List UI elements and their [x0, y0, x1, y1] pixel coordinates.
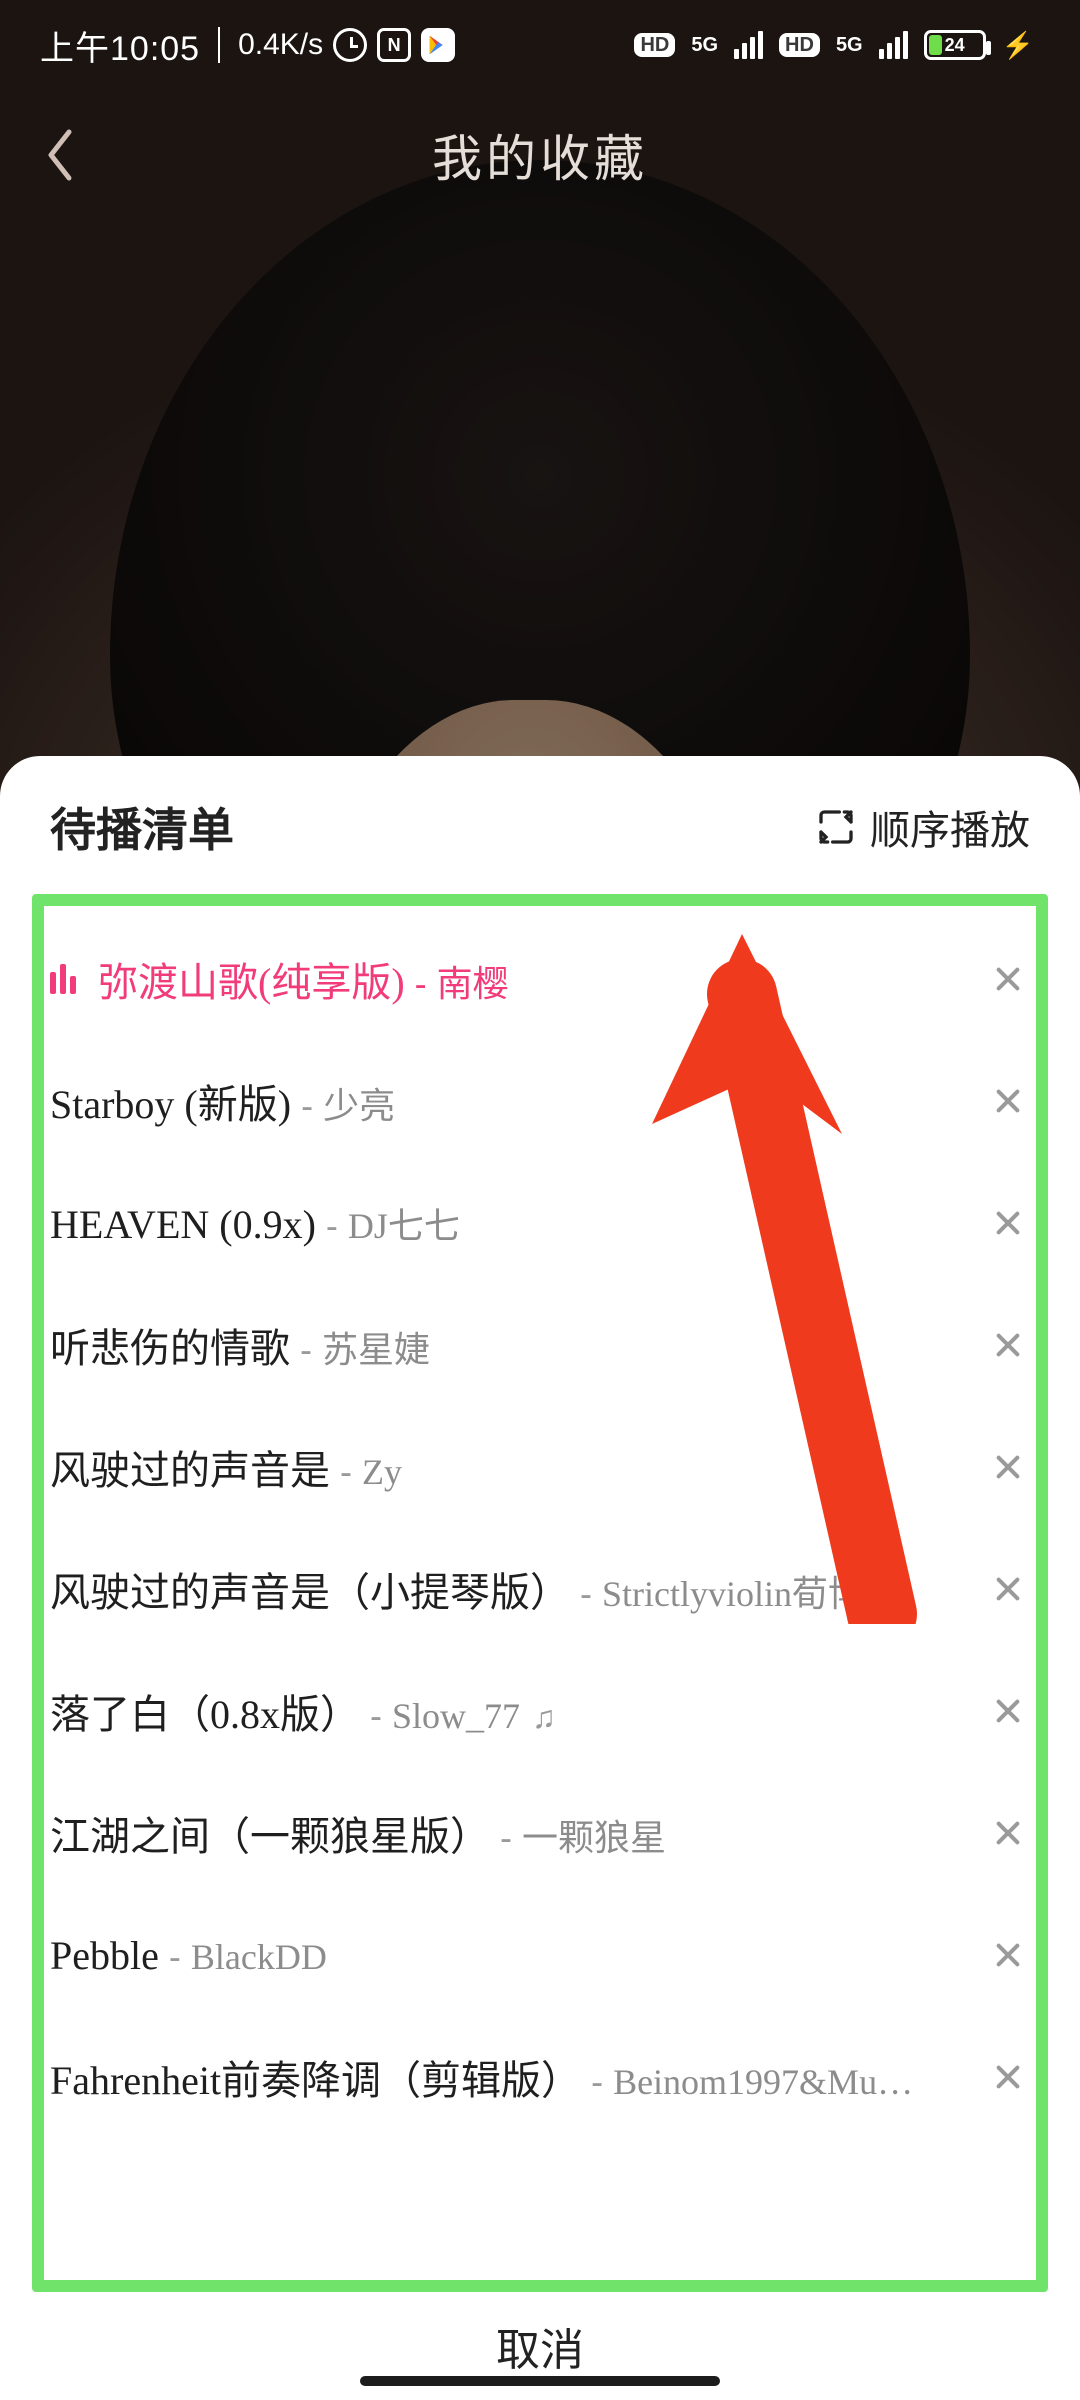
song-row[interactable]: 江湖之间（一颗狼星版） - 一颗狼星	[50, 1772, 1034, 1894]
page-title: 我的收藏	[0, 119, 1080, 191]
loop-icon	[816, 807, 856, 847]
song-artist: Slow_77	[392, 1695, 520, 1737]
song-title: 风驶过的声音是（小提琴版）	[50, 1560, 570, 1618]
song-artist: Beinom1997&Mu…	[613, 2061, 913, 2103]
song-row[interactable]: 风驶过的声音是（小提琴版） - Strictlyviolin荀博…	[50, 1528, 1034, 1650]
song-row[interactable]: 弥渡山歌(纯享版) - 南樱	[50, 918, 1034, 1040]
play-mode-button[interactable]: 顺序播放	[816, 798, 1030, 856]
song-title: 听悲伤的情歌	[50, 1316, 290, 1374]
sheet-title: 待播清单	[50, 794, 234, 860]
status-clock: 上午10:05	[40, 21, 200, 70]
song-artist: 一颗狼星	[522, 1809, 666, 1861]
song-artist: 南樱	[437, 955, 509, 1007]
dash: -	[301, 1085, 313, 1127]
nfc-icon: N	[377, 28, 411, 62]
dash: -	[415, 963, 427, 1005]
dash: -	[370, 1695, 382, 1737]
remove-song-button[interactable]	[982, 1929, 1034, 1981]
cancel-label: 取消	[496, 2314, 584, 2378]
remove-song-button[interactable]	[982, 953, 1034, 1005]
nav-pill[interactable]	[360, 2376, 720, 2386]
hd-badge-icon: HD	[779, 33, 820, 57]
song-row[interactable]: Fahrenheit前奏降调（剪辑版） - Beinom1997&Mu…	[50, 2016, 1034, 2138]
back-button[interactable]	[30, 125, 90, 185]
hd-badge-icon: HD	[634, 33, 675, 57]
network-5g-label: 5G	[691, 34, 718, 57]
remove-song-button[interactable]	[982, 1563, 1034, 1615]
play-store-icon	[421, 28, 455, 62]
remove-song-button[interactable]	[982, 1441, 1034, 1493]
status-net-speed: 0.4K/s	[238, 28, 323, 62]
song-artist: Zy	[362, 1451, 402, 1493]
dash: -	[326, 1205, 338, 1247]
song-title: 江湖之间（一颗狼星版）	[50, 1804, 490, 1862]
remove-song-button[interactable]	[982, 1197, 1034, 1249]
song-title: Starboy (新版)	[50, 1072, 291, 1130]
song-row[interactable]: Starboy (新版) - 少亮	[50, 1040, 1034, 1162]
charging-icon: ⚡	[1002, 30, 1034, 61]
now-playing-icon	[50, 964, 76, 994]
song-row[interactable]: Pebble - BlackDD	[50, 1894, 1034, 2016]
song-title: HEAVEN (0.9x)	[50, 1201, 316, 1248]
song-artist: 少亮	[323, 1077, 395, 1129]
song-artist: Strictlyviolin荀博…	[602, 1565, 900, 1617]
remove-song-button[interactable]	[982, 1075, 1034, 1127]
dash: -	[340, 1451, 352, 1493]
song-row[interactable]: 风驶过的声音是 - Zy	[50, 1406, 1034, 1528]
remove-song-button[interactable]	[982, 1807, 1034, 1859]
play-queue-sheet: 待播清单 顺序播放 弥渡山歌(纯享版) - 南樱Starboy (新版) - 少…	[0, 756, 1080, 2400]
song-title: 落了白（0.8x版）	[50, 1682, 360, 1740]
battery-icon: 24	[924, 30, 986, 60]
song-list[interactable]: 弥渡山歌(纯享版) - 南樱Starboy (新版) - 少亮HEAVEN (0…	[32, 894, 1048, 2292]
dash: -	[500, 1817, 512, 1859]
signal-icon	[734, 31, 763, 59]
song-row[interactable]: 听悲伤的情歌 - 苏星婕	[50, 1284, 1034, 1406]
song-title: Pebble	[50, 1932, 159, 1979]
page-header: 我的收藏	[0, 90, 1080, 220]
song-row[interactable]: 落了白（0.8x版） - Slow_77 ♫	[50, 1650, 1034, 1772]
dash: -	[591, 2061, 603, 2103]
screen: 上午10:05 0.4K/s N HD 5G HD 5G 24 ⚡	[0, 0, 1080, 2400]
song-row[interactable]: HEAVEN (0.9x) - DJ七七	[50, 1162, 1034, 1284]
network-5g-label: 5G	[836, 34, 863, 57]
play-mode-label: 顺序播放	[870, 798, 1030, 856]
alarm-icon	[333, 28, 367, 62]
dash: -	[169, 1936, 181, 1978]
status-bar: 上午10:05 0.4K/s N HD 5G HD 5G 24 ⚡	[0, 0, 1080, 90]
song-artist: DJ七七	[348, 1197, 460, 1249]
song-artist: BlackDD	[191, 1936, 327, 1978]
dash: -	[580, 1573, 592, 1615]
remove-song-button[interactable]	[982, 2051, 1034, 2103]
signal-icon	[879, 31, 908, 59]
song-title: Fahrenheit前奏降调（剪辑版）	[50, 2048, 581, 2106]
dash: -	[300, 1329, 312, 1371]
remove-song-button[interactable]	[982, 1319, 1034, 1371]
remove-song-button[interactable]	[982, 1685, 1034, 1737]
song-artist: 苏星婕	[322, 1321, 430, 1373]
battery-percent: 24	[927, 35, 983, 56]
music-note-icon: ♫	[532, 1699, 556, 1736]
song-title: 弥渡山歌(纯享版)	[98, 950, 405, 1008]
song-title: 风驶过的声音是	[50, 1438, 330, 1496]
